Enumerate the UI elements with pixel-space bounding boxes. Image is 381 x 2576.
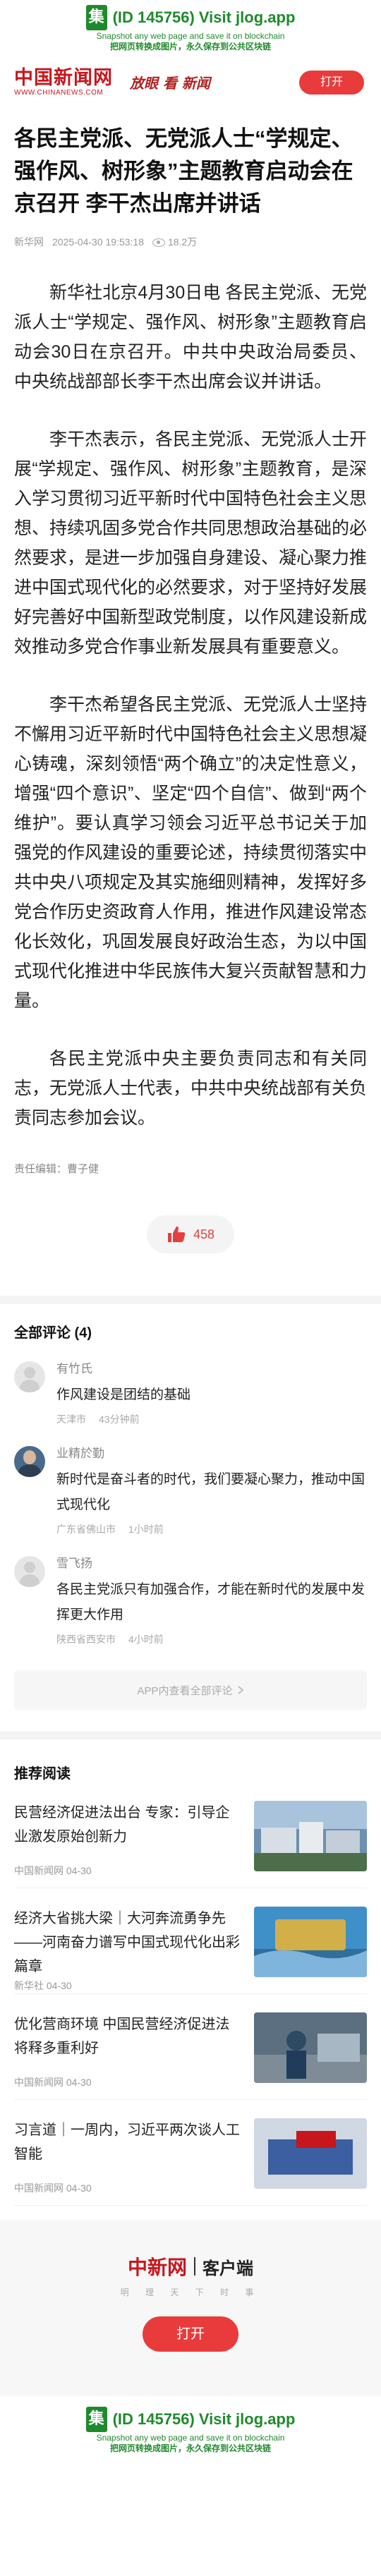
comment-meta: 陕西省西安市 4小时前 (56, 1632, 367, 1646)
jlog-subtitle-cn: 把网页转换成图片，永久保存到公共区块链 (109, 42, 271, 51)
like-count: 458 (193, 1227, 215, 1241)
recommend-thumbnail[interactable] (254, 1907, 367, 1977)
comment-location: 陕西省西安市 (56, 1634, 116, 1645)
recommend-item[interactable]: 经济大省挑大梁｜大河奔流勇争先——河南奋力谱写中国式现代化出彩篇章 新华社 04… (14, 1907, 367, 1994)
recommend-item[interactable]: 习言道｜一周内，习近平两次谈人工智能 中国新闻网 04-30 (14, 2118, 367, 2206)
like-area: 458 (14, 1215, 367, 1253)
comment-location: 天津市 (56, 1414, 86, 1425)
comment-item: 业精於勤 新时代是奋斗者的时代，我们要凝心聚力，推动中国式现代化 广东省佛山市 … (14, 1446, 367, 1536)
jlog-title[interactable]: (ID 145756) Visit jlog.app (113, 8, 296, 27)
article-views: 18.2万 (152, 235, 197, 249)
article-datetime: 2025-04-30 19:53:18 (52, 236, 144, 248)
site-logo-text: 中国新闻网 (14, 66, 113, 89)
article-source: 新华网 (14, 236, 44, 248)
promo-slogan: 明 理 天 下 时 事 (120, 2288, 261, 2297)
article-paragraph: 李干杰希望各民主党派、无党派人士坚持不懈用习近平新时代中国特色社会主义思想凝心铸… (14, 695, 368, 1011)
recommend-source: 中国新闻网 04-30 (14, 1865, 92, 1876)
section-divider (0, 1296, 381, 1304)
article: 各民主党派、无党派人士“学规定、强作风、树形象”主题教育启动会在京召开 李干杰出… (0, 123, 381, 1253)
recommend-text: 经济大省挑大梁｜大河奔流勇争先——河南奋力谱写中国式现代化出彩篇章 新华社 04… (14, 1907, 240, 1993)
article-title: 各民主党派、无党派人士“学规定、强作风、树形象”主题教育启动会在京召开 李干杰出… (14, 126, 353, 216)
recommend-thumbnail[interactable] (254, 2012, 367, 2083)
article-paragraph: 新华社北京4月30日电 各民主党派、无党派人士“学规定、强作风、树形象”主题教育… (14, 283, 367, 391)
jlog-badge-icon: 集 (85, 2407, 107, 2432)
comment-text: 新时代是奋斗者的时代，我们要凝心聚力，推动中国式现代化 (56, 1472, 365, 1512)
comment-text: 各民主党派只有加强合作，才能在新时代的发展中发挥更大作用 (56, 1582, 365, 1622)
app-promo: 中新网 客户端 明 理 天 下 时 事 打开 (0, 2220, 381, 2396)
jlog-subtitle-cn: 把网页转换成图片，永久保存到公共区块链 (109, 2443, 271, 2453)
open-app-bottom-button[interactable]: 打开 (143, 2316, 238, 2352)
comments-section: 全部评论 (4) 有竹氏 作风建设是团结的基础 天津市 43分钟前 业精於勤 新… (0, 1321, 381, 1710)
promo-logo: 中新网 客户端 (128, 2252, 253, 2280)
article-meta: 新华网 2025-04-30 19:53:18 18.2万 (14, 234, 367, 250)
promo-separator (194, 2257, 195, 2276)
recommend-headline[interactable]: 习言道｜一周内，习近平两次谈人工智能 (14, 2118, 240, 2166)
jlog-badge-icon: 集 (85, 5, 107, 30)
eye-icon (152, 238, 165, 248)
comment-author: 雪飞扬 (56, 1557, 92, 1570)
article-paragraph: 李干杰表示，各民主党派、无党派人士开展“学规定、强作风、树形象”主题教育，是深入… (14, 430, 368, 657)
avatar (14, 1361, 45, 1392)
recommend-item[interactable]: 民营经济促进法出台 专家：引导企业激发原始创新力 中国新闻网 04-30 (14, 1801, 367, 1888)
site-header: 中国新闻网 WWW.CHINANEWS.COM 放眼 看 新闻 打开 (0, 59, 381, 104)
jlog-title[interactable]: (ID 145756) Visit jlog.app (113, 2410, 296, 2429)
comment-body: 雪飞扬 各民主党派只有加强合作，才能在新时代的发展中发挥更大作用 陕西省西安市 … (56, 1556, 367, 1646)
comment-item: 雪飞扬 各民主党派只有加强合作，才能在新时代的发展中发挥更大作用 陕西省西安市 … (14, 1556, 367, 1646)
recommend-headline[interactable]: 经济大省挑大梁｜大河奔流勇争先——河南奋力谱写中国式现代化出彩篇章 (14, 1907, 240, 1979)
comment-meta: 天津市 43分钟前 (56, 1412, 367, 1426)
view-all-comments-label: APP内查看全部评论 (137, 1684, 233, 1697)
recommend-headline[interactable]: 民营经济促进法出台 专家：引导企业激发原始创新力 (14, 1801, 240, 1849)
comment-body: 有竹氏 作风建设是团结的基础 天津市 43分钟前 (56, 1361, 367, 1426)
promo-brand: 中新网 (127, 2256, 187, 2279)
comment-body: 业精於勤 新时代是奋斗者的时代，我们要凝心聚力，推动中国式现代化 广东省佛山市 … (56, 1446, 367, 1536)
recommend-source: 中国新闻网 04-30 (14, 2182, 92, 2194)
recommend-item[interactable]: 优化营商环境 中国民营经济促进法将释多重利好 中国新闻网 04-30 (14, 2012, 367, 2100)
like-button[interactable]: 458 (147, 1215, 234, 1253)
comment-time: 43分钟前 (99, 1414, 140, 1425)
recommend-section: 推荐阅读 民营经济促进法出台 专家：引导企业激发原始创新力 中国新闻网 04-3… (0, 1762, 381, 2206)
comment-author: 业精於勤 (56, 1447, 104, 1460)
comment-location: 广东省佛山市 (56, 1524, 116, 1535)
view-all-comments-button[interactable]: APP内查看全部评论 (14, 1670, 367, 1710)
promo-client-label: 客户端 (202, 2259, 253, 2278)
jlog-banner[interactable]: 集 (ID 145756) Visit jlog.app Snapshot an… (0, 0, 381, 59)
jlog-title-row: 集 (ID 145756) Visit jlog.app (0, 4, 381, 31)
article-editor: 责任编辑：曹子健 (14, 1163, 99, 1175)
jlog-banner-bottom[interactable]: 集 (ID 145756) Visit jlog.app Snapshot an… (0, 2402, 381, 2461)
comment-author: 有竹氏 (56, 1362, 92, 1375)
recommend-text: 民营经济促进法出台 专家：引导企业激发原始创新力 中国新闻网 04-30 (14, 1801, 240, 1888)
recommend-source: 新华社 04-30 (14, 1980, 72, 1991)
jlog-subtitle-en: Snapshot any web page and save it on blo… (96, 2433, 285, 2443)
comments-title: 全部评论 (4) (14, 1325, 92, 1341)
recommend-title: 推荐阅读 (14, 1766, 71, 1782)
comment-time: 1小时前 (128, 1524, 164, 1535)
avatar (14, 1446, 45, 1477)
avatar (14, 1556, 45, 1587)
recommend-source: 中国新闻网 04-30 (14, 2077, 92, 2088)
jlog-subtitle-en: Snapshot any web page and save it on blo… (96, 31, 285, 41)
article-views-count: 18.2万 (168, 236, 198, 248)
recommend-headline[interactable]: 优化营商环境 中国民营经济促进法将释多重利好 (14, 2012, 240, 2060)
site-logo-domain: WWW.CHINANEWS.COM (14, 88, 104, 97)
site-slogan: 放眼 看 新闻 (130, 74, 210, 92)
recommend-thumbnail[interactable] (254, 1801, 367, 1871)
recommend-text: 习言道｜一周内，习近平两次谈人工智能 中国新闻网 04-30 (14, 2118, 240, 2205)
recommend-thumbnail[interactable] (254, 2118, 367, 2189)
comment-meta: 广东省佛山市 1小时前 (56, 1522, 367, 1536)
article-paragraph: 各民主党派中央主要负责同志和有关同志，无党派人士代表，中共中央统战部有关负责同志… (14, 1049, 368, 1128)
section-divider (0, 1731, 381, 1739)
comment-text: 作风建设是团结的基础 (56, 1387, 191, 1402)
jlog-title-row: 集 (ID 145756) Visit jlog.app (0, 2406, 381, 2433)
site-logo[interactable]: 中国新闻网 WWW.CHINANEWS.COM (14, 66, 113, 97)
recommend-text: 优化营商环境 中国民营经济促进法将释多重利好 中国新闻网 04-30 (14, 2012, 240, 2099)
comment-time: 4小时前 (128, 1634, 164, 1645)
chevron-right-icon (237, 1686, 243, 1694)
article-content: 新华社北京4月30日电 各民主党派、无党派人士“学规定、强作风、树形象”主题教育… (14, 278, 367, 1133)
comment-item: 有竹氏 作风建设是团结的基础 天津市 43分钟前 (14, 1361, 367, 1426)
thumbs-up-icon (167, 1226, 186, 1242)
open-app-button[interactable]: 打开 (299, 71, 364, 95)
